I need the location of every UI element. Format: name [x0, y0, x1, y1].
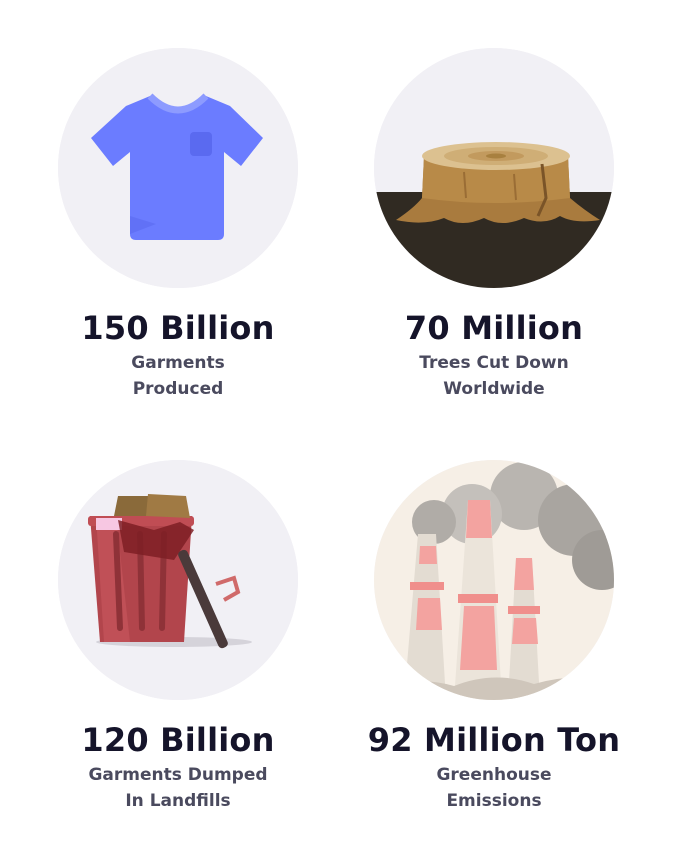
stat-label: Garments Dumped In Landfills	[88, 765, 268, 811]
stat-value: 70 Million	[404, 309, 584, 347]
stat-illustration-circle	[58, 460, 298, 700]
stat-illustration-circle	[374, 460, 614, 700]
factory-chimneys-icon	[374, 460, 614, 700]
stat-value: 92 Million Ton	[367, 721, 621, 759]
tree-stump-icon	[374, 48, 614, 288]
stat-trees-cut: 70 Million Trees Cut Down Worldwide	[326, 48, 662, 402]
stat-greenhouse-emissions: 92 Million Ton Greenhouse Emissions	[326, 460, 662, 814]
trash-bin-icon	[58, 460, 298, 700]
stat-illustration-circle	[374, 48, 614, 288]
stat-value: 150 Billion	[81, 309, 275, 347]
stat-label: Trees Cut Down Worldwide	[419, 353, 569, 399]
t-shirt-icon	[58, 48, 298, 288]
stat-label: Garments Produced	[131, 353, 225, 399]
stat-label: Greenhouse Emissions	[436, 765, 552, 811]
stat-garments-produced: 150 Billion Garments Produced	[10, 48, 346, 402]
stat-illustration-circle	[58, 48, 298, 288]
stat-value: 120 Billion	[81, 721, 275, 759]
stat-garments-dumped: 120 Billion Garments Dumped In Landfills	[10, 460, 346, 814]
